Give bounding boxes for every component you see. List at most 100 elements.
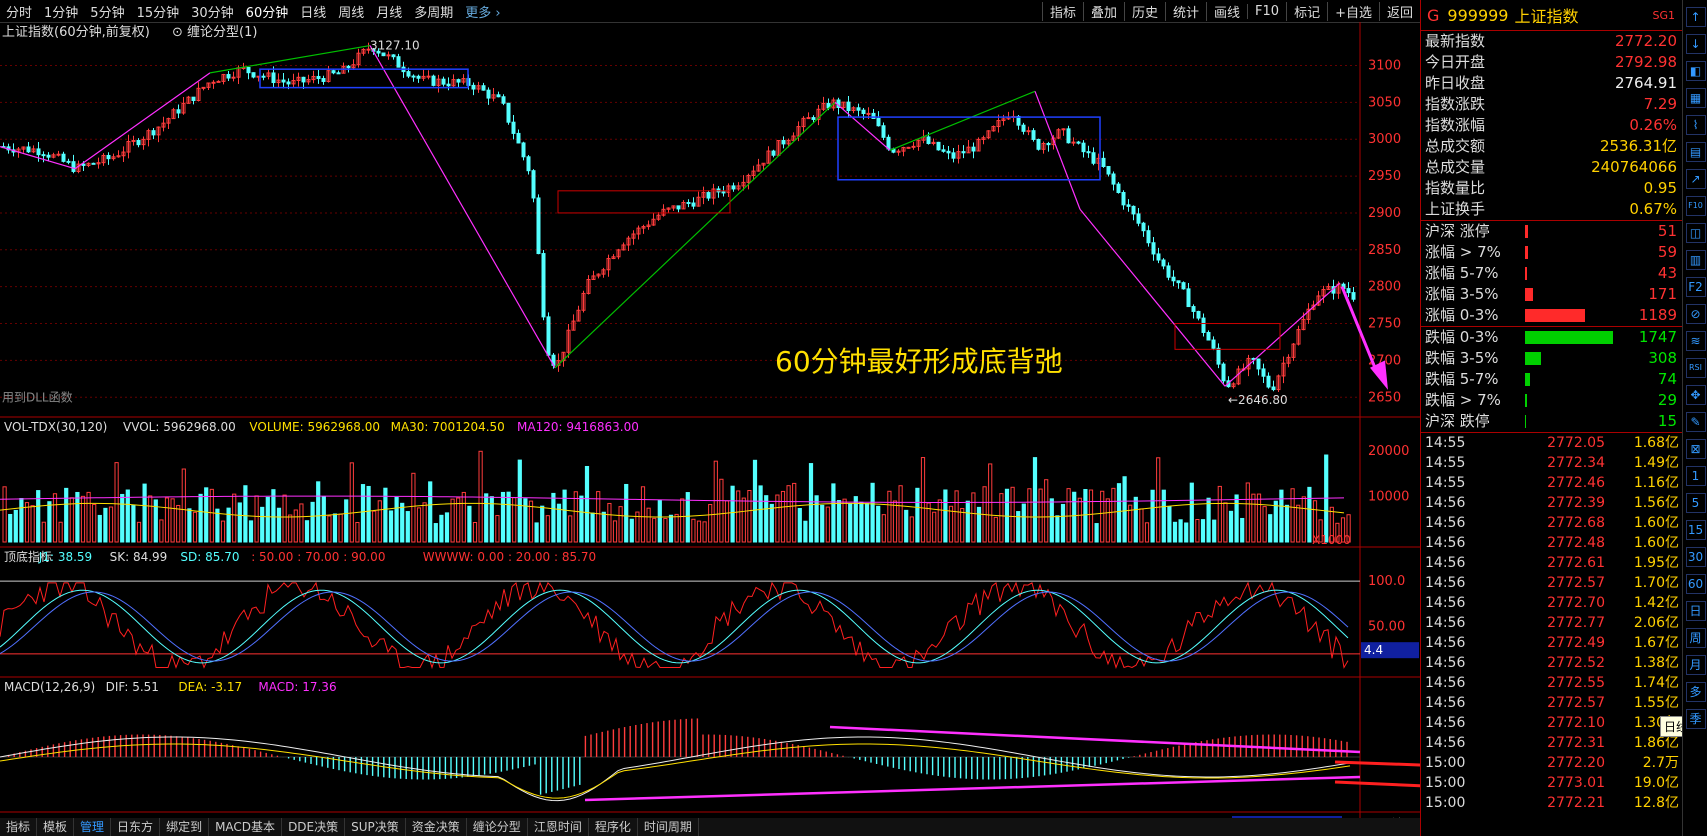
volume-bar [1245,482,1250,543]
bottom-tab-5[interactable]: MACD基本 [209,818,283,836]
volume-bar [1060,503,1066,543]
volume-bar [1195,519,1200,543]
side-icon-21[interactable]: 60 [1685,574,1706,594]
candle-body [876,117,881,127]
toolbar-button-6[interactable]: 标记 [1286,1,1327,21]
side-icon-26[interactable]: 季 [1685,709,1706,729]
volume-bar [444,512,450,543]
candle-body [1086,151,1091,154]
breadth-row: 跌幅 0-3% 1747 [1425,328,1677,346]
period-tab-9[interactable]: 多周期 [408,2,459,21]
candle-body [1081,142,1086,153]
period-tab-3[interactable]: 15分钟 [131,2,186,21]
side-icon-22[interactable]: 日 [1685,601,1706,621]
side-icon-8[interactable]: ◫ [1685,223,1706,243]
period-tab-1[interactable]: 1分钟 [38,2,84,21]
volume-bar [820,504,825,543]
volume-bar [523,498,528,543]
volume-bar [568,515,573,543]
period-tab-2[interactable]: 5分钟 [84,2,130,21]
toolbar-button-2[interactable]: 历史 [1123,1,1165,21]
kline-chart[interactable]: 3100305030002950290028502800275027002650… [0,22,1420,836]
period-tab-5[interactable]: 60分钟 [240,2,295,21]
side-icon-1[interactable]: ↓ [1685,34,1706,54]
code-prefix: G [1427,5,1440,25]
period-tab-6[interactable]: 日线 [294,2,332,21]
bottom-tab-6[interactable]: DDE决策 [282,818,346,836]
bottom-tab-12[interactable]: 时间周期 [638,818,699,836]
period-tab-4[interactable]: 30分钟 [185,2,240,21]
side-icon-15[interactable]: ✎ [1685,412,1706,432]
volume-legend: VVOL: 5962968.00 [123,420,236,434]
toolbar-button-4[interactable]: 画线 [1206,1,1247,21]
side-icon-5[interactable]: ▤ [1685,142,1706,162]
side-icon-0[interactable]: ↑ [1685,7,1706,27]
candle-body [56,153,61,156]
volume-bar [327,515,332,543]
bottom-tab-8[interactable]: 资金决策 [406,818,467,836]
side-icon-12[interactable]: ≋ [1685,331,1706,351]
candle-body [1146,230,1151,244]
price-tick-label: 2900 [1368,206,1401,221]
volume-bar [859,501,864,543]
side-icon-3[interactable]: ▦ [1685,88,1706,108]
toolbar-button-7[interactable]: +自选 [1327,1,1379,21]
volume-bar [1307,486,1312,543]
breadth-row: 沪深 涨停 51 [1425,222,1677,240]
bottom-tab-0[interactable]: 指标 [0,818,38,836]
bottom-tab-1[interactable]: 模板 [37,818,75,836]
toolbar-button-8[interactable]: 返回 [1378,1,1420,21]
side-icon-24[interactable]: 月 [1685,655,1706,675]
volume-bar [915,487,920,543]
side-icon-14[interactable]: ✥ [1685,385,1706,405]
volume-bar [181,468,186,543]
candle-body [1266,375,1271,388]
side-icon-23[interactable]: 周 [1685,628,1706,648]
volume-legend: VOLUME: 5962968.00 [249,420,380,434]
volume-bar [103,507,108,543]
side-icon-25[interactable]: 多 [1685,682,1706,702]
side-icon-7[interactable]: F10 [1685,196,1706,216]
side-icon-4[interactable]: ⌇ [1685,115,1706,135]
period-tab-0[interactable]: 分时 [0,2,38,21]
side-icon-10[interactable]: F2 [1685,277,1706,297]
side-icon-20[interactable]: 30 [1685,547,1706,567]
bottom-tab-4[interactable]: 绑定到 [160,818,210,836]
bottom-tab-7[interactable]: SUP决策 [345,818,406,836]
volume-bar [1212,519,1217,543]
side-icon-9[interactable]: ▥ [1685,250,1706,270]
volume-unit: X1000 [1312,533,1351,547]
volume-bar [176,504,181,543]
tick-row: 14:56 2772.57 1.55亿 [1425,695,1679,711]
side-icon-17[interactable]: 1 [1685,466,1706,486]
side-icon-6[interactable]: ↗ [1685,169,1706,189]
bottom-tab-2[interactable]: 管理 [74,818,112,836]
side-icon-13[interactable]: RSI [1685,358,1706,378]
candle-body [1071,141,1076,144]
tick-row: 14:56 2772.52 1.38亿 [1425,655,1679,671]
candle-body [26,146,31,153]
sg-tag[interactable]: SG1 [1652,9,1675,22]
toolbar-button-3[interactable]: 统计 [1165,1,1206,21]
volume-bar [288,514,293,543]
side-icon-11[interactable]: ⊘ [1685,304,1706,324]
volume-bar [976,506,982,543]
toolbar-button-5[interactable]: F10 [1247,3,1286,19]
tick-row: 14:56 2772.57 1.70亿 [1425,575,1679,591]
volume-bar [349,462,354,543]
side-icon-2[interactable]: ◧ [1685,61,1706,81]
high-price-label: 3127.10 [370,39,420,53]
bottom-tab-3[interactable]: 日东方 [111,818,161,836]
toolbar-button-0[interactable]: 指标 [1041,1,1083,21]
more-periods-button[interactable]: 更多 › [459,2,506,21]
bottom-tab-9[interactable]: 缠论分型 [467,818,528,836]
side-icon-18[interactable]: 5 [1685,493,1706,513]
period-tab-7[interactable]: 周线 [332,2,370,21]
bottom-tab-10[interactable]: 江恩时间 [528,818,589,836]
toolbar-button-1[interactable]: 叠加 [1082,1,1124,21]
bottom-tab-11[interactable]: 程序化 [589,818,638,836]
side-icon-19[interactable]: 15 [1685,520,1706,540]
period-tab-8[interactable]: 月线 [370,2,408,21]
volume-bar [708,504,713,543]
side-icon-16[interactable]: ⊠ [1685,439,1706,459]
